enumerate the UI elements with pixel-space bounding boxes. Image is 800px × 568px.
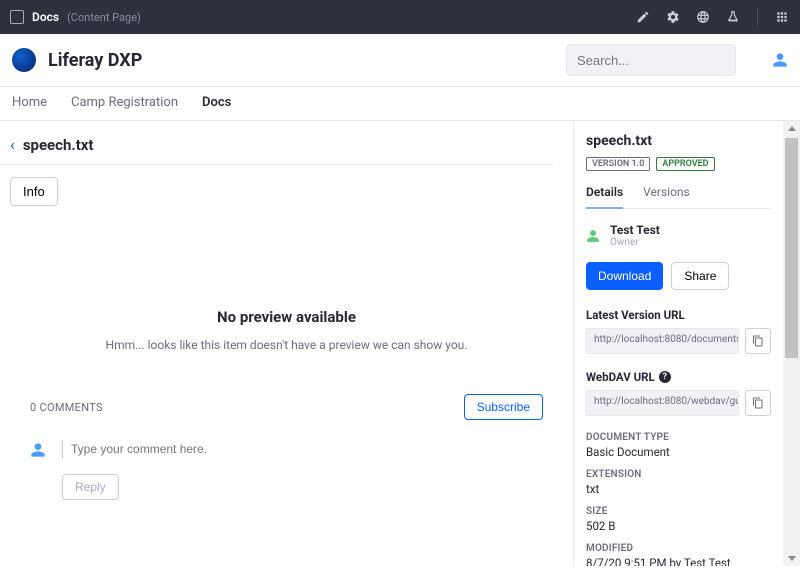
size-value: 502 B <box>586 519 771 533</box>
details-panel: speech.txt VERSION 1.0 APPROVED Details … <box>573 121 783 566</box>
copy-icon <box>752 335 764 347</box>
breadcrumb-row: ‹ speech.txt <box>0 121 553 165</box>
site-nav: Home Camp Registration Docs <box>0 87 800 121</box>
latest-url-field[interactable]: http://localhost:8080/documents/ <box>586 328 739 354</box>
vertical-scrollbar[interactable] <box>783 121 800 566</box>
search-input[interactable] <box>577 53 753 68</box>
control-topbar: Docs (Content Page) <box>0 0 800 34</box>
owner-avatar-icon <box>586 229 600 243</box>
comment-composer: Reply <box>30 440 543 500</box>
download-button[interactable]: Download <box>586 262 663 290</box>
back-chevron-icon[interactable]: ‹ <box>10 135 15 154</box>
copy-latest-url-button[interactable] <box>745 328 771 354</box>
tab-details[interactable]: Details <box>586 185 623 209</box>
topbar-right <box>635 8 790 26</box>
subscribe-button[interactable]: Subscribe <box>464 394 543 420</box>
preview-area: No preview available Hmm... looks like t… <box>0 218 573 394</box>
owner-row: Test Test Owner <box>586 223 771 248</box>
brand-name: Liferay DXP <box>48 50 142 71</box>
extension-value: txt <box>586 482 771 496</box>
panel-toggle-icon[interactable] <box>10 10 24 24</box>
modified-label: MODIFIED <box>586 543 771 554</box>
topbar-title: Docs <box>32 10 59 24</box>
tab-versions[interactable]: Versions <box>643 185 690 208</box>
document-pane: ‹ speech.txt Info No preview available H… <box>0 121 573 566</box>
nav-camp[interactable]: Camp Registration <box>71 95 178 110</box>
user-menu-icon[interactable] <box>772 52 788 68</box>
gear-icon[interactable] <box>665 9 681 25</box>
preview-message: Hmm... looks like this item doesn't have… <box>40 336 533 354</box>
apps-grid-icon[interactable] <box>774 9 790 25</box>
share-button[interactable]: Share <box>671 262 729 290</box>
copy-icon <box>752 397 764 409</box>
latest-url-label: Latest Version URL <box>586 308 771 322</box>
extension-label: EXTENSION <box>586 469 771 480</box>
commenter-avatar-icon <box>30 442 46 458</box>
panel-tabs: Details Versions <box>586 185 771 209</box>
preview-heading: No preview available <box>40 308 533 326</box>
comments-count: 0 COMMENTS <box>30 401 103 414</box>
nav-docs[interactable]: Docs <box>202 95 231 110</box>
comments-section: 0 COMMENTS Subscribe Reply <box>0 394 573 500</box>
version-badge: VERSION 1.0 <box>586 157 650 171</box>
status-badge: APPROVED <box>656 157 714 171</box>
scrollbar-thumb[interactable] <box>785 138 798 358</box>
globe-icon[interactable] <box>695 9 711 25</box>
edit-icon[interactable] <box>635 9 651 25</box>
flask-icon[interactable] <box>725 9 741 25</box>
copy-webdav-url-button[interactable] <box>745 390 771 416</box>
doctype-label: DOCUMENT TYPE <box>586 432 771 443</box>
owner-name: Test Test <box>610 223 660 237</box>
doctype-value: Basic Document <box>586 445 771 459</box>
info-button[interactable]: Info <box>10 177 58 206</box>
reply-button[interactable]: Reply <box>62 474 119 500</box>
panel-title: speech.txt <box>586 133 771 149</box>
comment-input[interactable] <box>62 440 543 458</box>
owner-role: Owner <box>610 237 660 248</box>
topbar-divider <box>757 8 758 26</box>
brand-logo[interactable] <box>12 48 36 72</box>
nav-home[interactable]: Home <box>12 95 47 110</box>
help-icon[interactable]: ? <box>659 371 671 383</box>
main-area: ‹ speech.txt Info No preview available H… <box>0 121 800 566</box>
webdav-url-field[interactable]: http://localhost:8080/webdav/gue <box>586 390 739 416</box>
topbar-subtitle: (Content Page) <box>67 11 141 24</box>
document-title: speech.txt <box>23 136 94 154</box>
topbar-left: Docs (Content Page) <box>10 10 141 24</box>
modified-value: 8/7/20 9:51 PM by Test Test <box>586 556 771 566</box>
webdav-label: WebDAV URL? <box>586 370 771 384</box>
site-header: Liferay DXP <box>0 34 800 87</box>
size-label: SIZE <box>586 506 771 517</box>
search-box[interactable] <box>566 44 736 76</box>
